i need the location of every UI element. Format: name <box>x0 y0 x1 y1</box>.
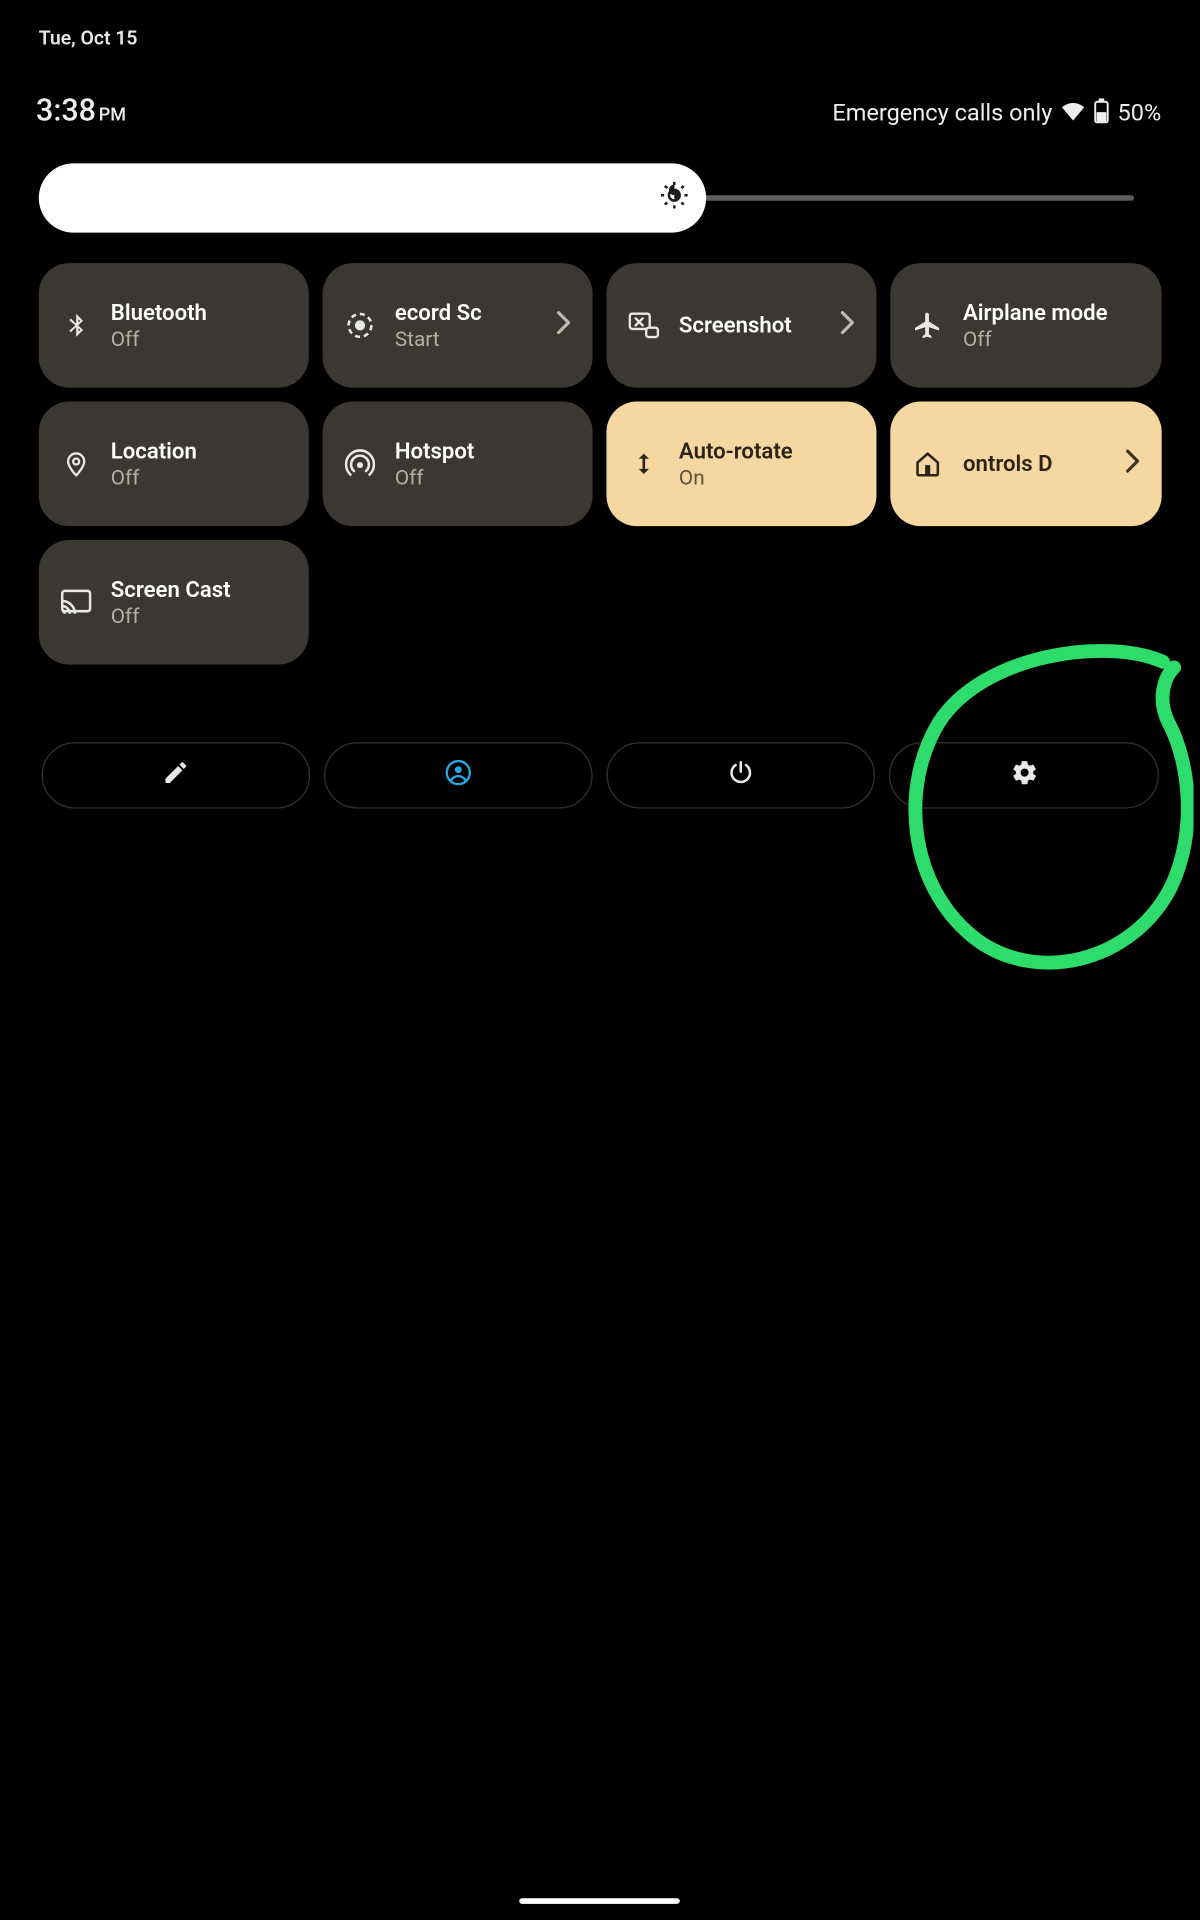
tile-labels: Screen CastOff <box>111 577 290 628</box>
tile-labels: ecord ScStart <box>395 300 535 351</box>
tile-subtitle: Off <box>395 465 574 490</box>
tile-labels: Screenshot <box>679 312 819 339</box>
tile-location[interactable]: LocationOff <box>39 402 309 527</box>
tile-title: Bluetooth <box>111 300 290 327</box>
annotation-circle <box>900 640 1194 983</box>
time-ampm: PM <box>99 105 126 126</box>
power-button[interactable] <box>607 742 876 808</box>
power-icon <box>727 759 755 792</box>
status-right: Emergency calls only 50% <box>832 98 1161 130</box>
tile-subtitle: Off <box>963 326 1142 351</box>
tile-labels: HotspotOff <box>395 438 574 489</box>
airplane-icon <box>913 310 943 340</box>
brightness-thumb[interactable] <box>39 163 707 232</box>
user-icon <box>445 759 473 792</box>
screenshot-icon <box>629 310 659 340</box>
chevron-right-icon <box>838 310 857 340</box>
tile-subtitle: Off <box>111 465 290 490</box>
chevron-right-icon <box>554 310 573 340</box>
bluetooth-icon <box>61 310 91 340</box>
emergency-label: Emergency calls only <box>832 100 1052 128</box>
date-label: Tue, Oct 15 <box>39 28 138 50</box>
tile-screencast[interactable]: Screen CastOff <box>39 540 309 665</box>
wifi-icon <box>1061 100 1086 128</box>
quick-settings-tiles: BluetoothOffecord ScStartScreenshotAirpl… <box>39 263 1161 665</box>
pencil-icon <box>162 759 190 792</box>
battery-percent: 50% <box>1118 100 1162 128</box>
tile-screenshot[interactable]: Screenshot <box>607 263 877 388</box>
screen-record-icon <box>345 310 375 340</box>
edit-button[interactable] <box>42 742 311 808</box>
tile-title: Airplane mode <box>963 300 1142 327</box>
status-bar: 3:38PM Emergency calls only 50% <box>36 94 1161 129</box>
tile-autorotate[interactable]: Auto-rotateOn <box>607 402 877 527</box>
time-value: 3:38 <box>36 94 96 129</box>
tile-title: Auto-rotate <box>679 438 858 465</box>
tile-labels: BluetoothOff <box>111 300 290 351</box>
cast-icon <box>61 587 91 617</box>
tile-title: ontrols D <box>963 451 1103 478</box>
home-icon <box>913 449 943 479</box>
tile-subtitle: Start <box>395 326 535 351</box>
tile-labels: Airplane modeOff <box>963 300 1142 351</box>
gear-icon <box>1010 759 1038 792</box>
tile-homecontrols[interactable]: ontrols D <box>891 402 1161 527</box>
tile-subtitle: Off <box>111 326 290 351</box>
tile-bluetooth[interactable]: BluetoothOff <box>39 263 309 388</box>
tile-labels: Auto-rotateOn <box>679 438 858 489</box>
tile-hotspot[interactable]: HotspotOff <box>323 402 593 527</box>
user-switch-button[interactable] <box>324 742 593 808</box>
tile-record[interactable]: ecord ScStart <box>323 263 593 388</box>
tile-title: Location <box>111 438 290 465</box>
tile-subtitle: On <box>679 465 858 490</box>
tile-subtitle: Off <box>111 603 290 628</box>
tile-title: Screen Cast <box>111 577 290 604</box>
brightness-icon <box>659 180 689 216</box>
tile-labels: ontrols D <box>963 451 1103 478</box>
tile-airplane[interactable]: Airplane modeOff <box>891 263 1161 388</box>
location-pin-icon <box>61 449 91 479</box>
chevron-right-icon <box>1122 449 1141 479</box>
battery-icon <box>1094 98 1109 130</box>
auto-rotate-icon <box>629 449 659 479</box>
hotspot-icon <box>345 449 375 479</box>
tile-title: ecord Sc <box>395 300 535 327</box>
clock: 3:38PM <box>36 94 126 129</box>
nav-gesture-bar[interactable] <box>520 1898 681 1904</box>
quick-settings-footer <box>42 742 1159 808</box>
settings-button[interactable] <box>890 742 1159 808</box>
tile-title: Screenshot <box>679 312 819 339</box>
brightness-slider[interactable] <box>39 163 1134 232</box>
tile-labels: LocationOff <box>111 438 290 489</box>
tile-title: Hotspot <box>395 438 574 465</box>
